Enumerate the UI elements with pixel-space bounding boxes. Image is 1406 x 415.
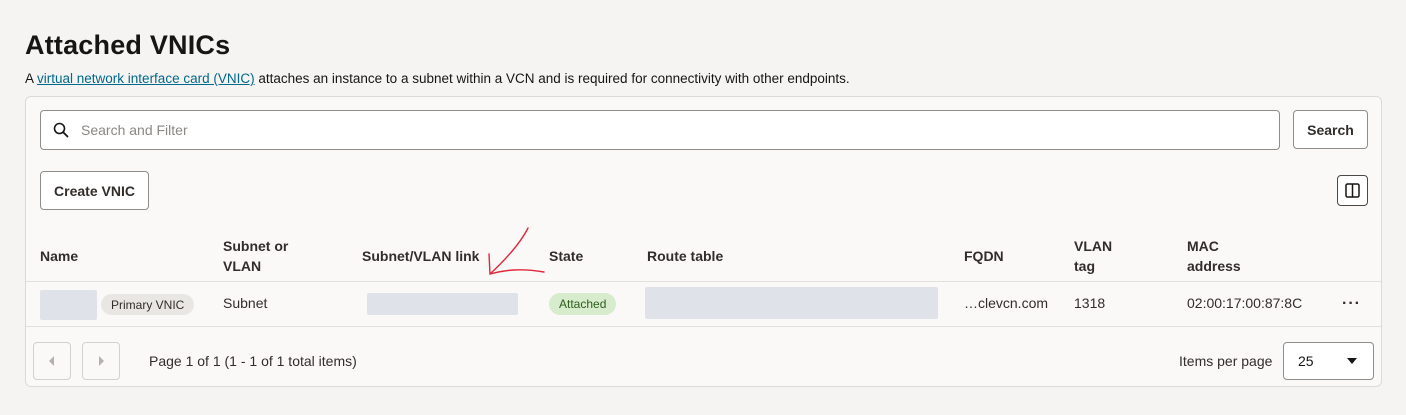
col-header-state[interactable]: State — [549, 246, 583, 266]
primary-vnic-badge: Primary VNIC — [101, 294, 195, 315]
header-divider — [26, 281, 1381, 282]
mac-address-cell: 02:00:17:00:87:8C — [1187, 295, 1303, 311]
col-header-vlan-tag[interactable]: VLAN tag — [1074, 236, 1112, 276]
create-vnic-button[interactable]: Create VNIC — [40, 171, 149, 210]
col-header-subnet-line1: Subnet or — [223, 238, 289, 254]
search-icon — [53, 122, 69, 138]
vlan-tag-cell: 1318 — [1074, 295, 1106, 311]
vnic-panel: Search Create VNIC Name Subnet or VLAN S… — [25, 96, 1382, 387]
search-filter-box[interactable] — [40, 110, 1280, 150]
col-header-fqdn[interactable]: FQDN — [964, 246, 1004, 266]
col-header-name[interactable]: Name — [40, 246, 78, 266]
items-per-page-select[interactable]: 25 — [1283, 342, 1374, 380]
items-per-page-label: Items per page — [1179, 353, 1273, 369]
row-actions-kebab-icon[interactable]: ··· — [1342, 295, 1361, 313]
description-suffix: attaches an instance to a subnet within … — [254, 71, 850, 86]
chevron-down-icon — [1347, 358, 1357, 364]
col-header-route-table[interactable]: Route table — [647, 246, 723, 266]
column-toggle-button[interactable] — [1337, 175, 1368, 206]
row-divider — [26, 326, 1381, 327]
fqdn-cell: …clevcn.com — [964, 295, 1049, 311]
col-header-mac[interactable]: MAC address — [1187, 236, 1241, 276]
redacted-vnic-name[interactable] — [40, 290, 97, 320]
pagination-summary: Page 1 of 1 (1 - 1 of 1 total items) — [149, 353, 357, 369]
items-per-page-value: 25 — [1298, 353, 1314, 369]
col-header-mac-line2: address — [1187, 258, 1241, 274]
redacted-route-table[interactable] — [645, 287, 938, 319]
subnet-type-cell: Subnet — [223, 295, 268, 311]
description-prefix: A — [25, 71, 38, 86]
status-badge: Attached — [549, 293, 617, 315]
col-header-subnet[interactable]: Subnet or VLAN — [223, 236, 288, 276]
search-button[interactable]: Search — [1293, 110, 1368, 149]
search-input[interactable] — [81, 122, 1231, 138]
page-description: A virtual network interface card (VNIC) … — [25, 71, 850, 86]
col-header-vlan-line2: tag — [1074, 258, 1095, 274]
column-toggle-icon — [1345, 183, 1360, 198]
previous-page-button[interactable] — [33, 342, 71, 380]
vnic-doc-link[interactable]: virtual network interface card (VNIC) — [37, 71, 255, 86]
page-title: Attached VNICs — [25, 30, 231, 60]
annotation-arrow-icon — [488, 227, 545, 275]
chevron-right-icon — [99, 356, 104, 366]
col-header-link[interactable]: Subnet/VLAN link — [362, 246, 479, 266]
chevron-left-icon — [49, 356, 54, 366]
redacted-subnet-link[interactable] — [367, 293, 518, 315]
col-header-mac-line1: MAC — [1187, 238, 1219, 254]
col-header-vlan-line1: VLAN — [1074, 238, 1113, 254]
col-header-subnet-line2: VLAN — [223, 258, 262, 274]
next-page-button[interactable] — [82, 342, 120, 380]
